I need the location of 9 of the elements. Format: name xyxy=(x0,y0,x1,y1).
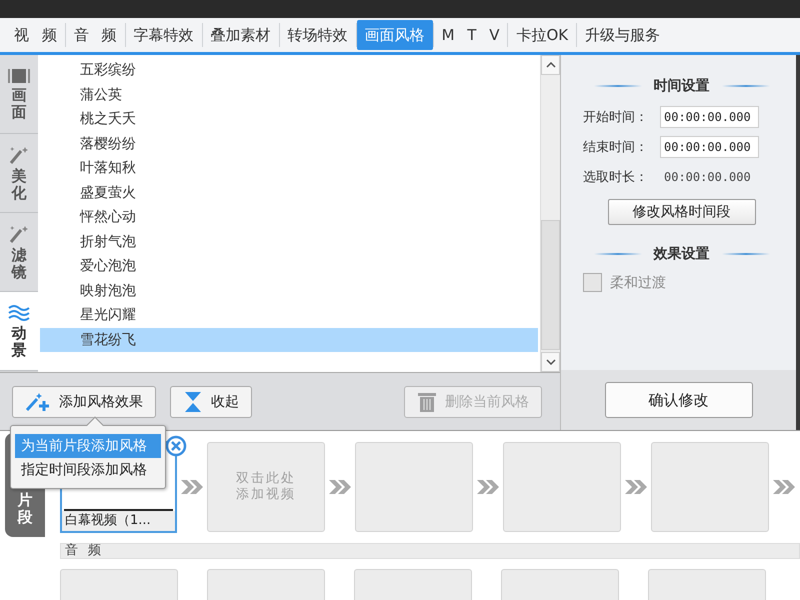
section-title: 时间设置 xyxy=(654,77,710,95)
field-label: 结束时间： xyxy=(583,139,649,156)
field-label: 选取时长： xyxy=(583,169,649,186)
field-label: 开始时间： xyxy=(583,109,649,126)
section-title: 效果设置 xyxy=(654,245,710,263)
add-video-hint: 双击此处 添加视频 xyxy=(236,471,296,503)
duration-value: 00:00:00.000 xyxy=(663,170,751,184)
checkbox-label: 柔和过渡 xyxy=(610,274,666,292)
audio-track-label: 音 频 xyxy=(60,543,800,559)
